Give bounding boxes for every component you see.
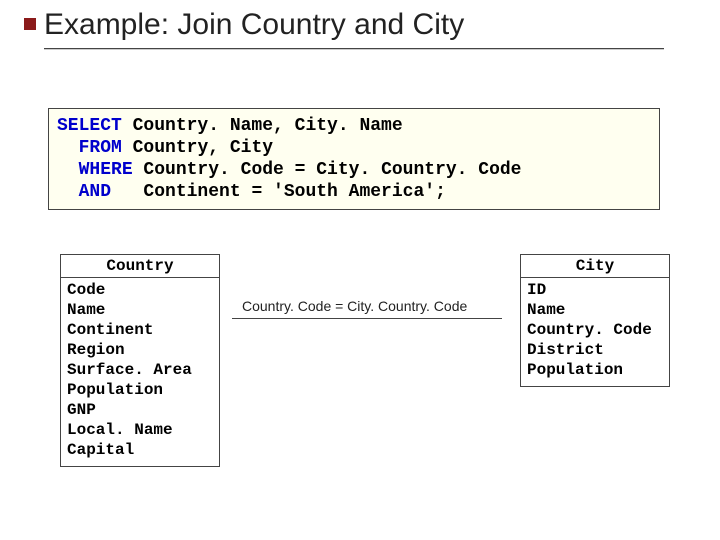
join-condition-label: Country. Code = City. Country. Code — [242, 298, 467, 314]
col: Population — [527, 360, 663, 380]
table-country-body: Code Name Continent Region Surface. Area… — [61, 278, 219, 466]
kw-and: AND — [79, 182, 111, 202]
table-country-header: Country — [61, 255, 219, 278]
and-clause: Continent = 'South America'; — [111, 182, 446, 202]
join-line — [232, 318, 502, 319]
kw-select: SELECT — [57, 116, 122, 136]
col: Name — [67, 300, 213, 320]
slide-title: Example: Join Country and City — [44, 8, 464, 42]
sql-code-box: SELECT Country. Name, City. Name FROM Co… — [48, 108, 660, 210]
col: Country. Code — [527, 320, 663, 340]
col: Region — [67, 340, 213, 360]
col: Continent — [67, 320, 213, 340]
table-country: Country Code Name Continent Region Surfa… — [60, 254, 220, 467]
table-city-header: City — [521, 255, 669, 278]
table-city: City ID Name Country. Code District Popu… — [520, 254, 670, 387]
col: Local. Name — [67, 420, 213, 440]
col: Name — [527, 300, 663, 320]
col: Population — [67, 380, 213, 400]
col: ID — [527, 280, 663, 300]
col: Code — [67, 280, 213, 300]
col: GNP — [67, 400, 213, 420]
title-bullet — [24, 18, 36, 30]
from-list: Country, City — [122, 138, 273, 158]
col: Surface. Area — [67, 360, 213, 380]
select-list: Country. Name, City. Name — [122, 116, 403, 136]
kw-from: FROM — [79, 138, 122, 158]
sql-code: SELECT Country. Name, City. Name FROM Co… — [57, 115, 651, 203]
title-underline — [44, 48, 664, 49]
where-clause: Country. Code = City. Country. Code — [133, 160, 522, 180]
kw-where: WHERE — [79, 160, 133, 180]
table-city-body: ID Name Country. Code District Populatio… — [521, 278, 669, 386]
col: District — [527, 340, 663, 360]
col: Capital — [67, 440, 213, 460]
